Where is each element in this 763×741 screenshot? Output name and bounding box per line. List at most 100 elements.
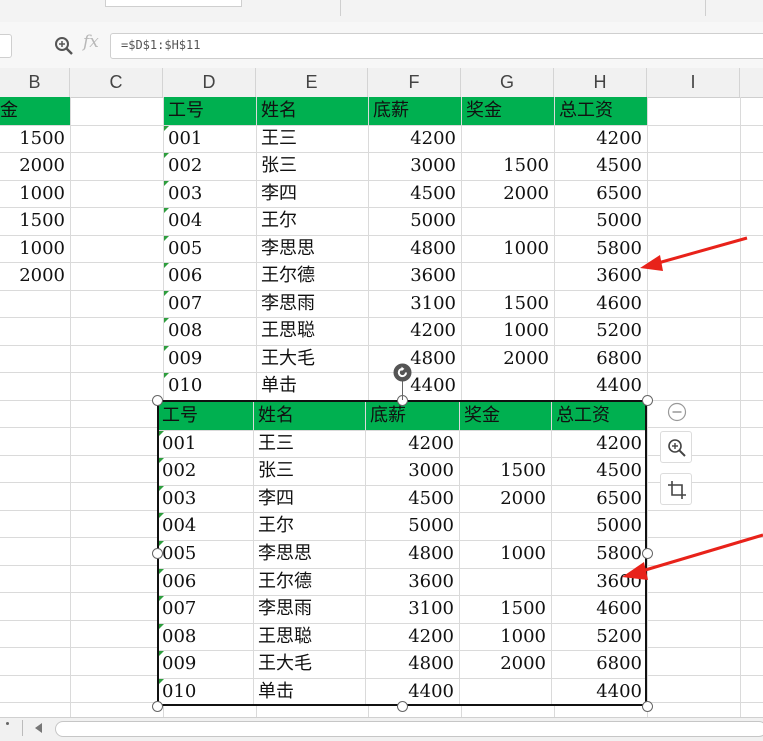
zoom-icon[interactable] [54, 36, 74, 56]
table-cell[interactable]: 单击 [256, 372, 368, 399]
picture-cell: 004 [162, 515, 197, 537]
picture-cell: 1000 [500, 625, 546, 647]
table-cell[interactable]: 1000 [461, 317, 554, 344]
table-cell[interactable] [461, 207, 554, 234]
table-cell[interactable]: 004 [163, 207, 256, 234]
rotate-icon[interactable] [393, 363, 412, 382]
table-cell[interactable]: 009 [163, 345, 256, 372]
column-header-b[interactable]: B [0, 68, 70, 97]
table-cell[interactable] [461, 372, 554, 399]
table-cell[interactable]: 007 [163, 290, 256, 317]
table-cell[interactable] [461, 262, 554, 289]
column-header-h[interactable]: H [554, 68, 647, 97]
ribbon-toolbar [0, 0, 763, 23]
picture-cell: 4400 [596, 681, 642, 702]
text-number-indicator [159, 679, 164, 684]
table-header-cell[interactable]: 姓名 [256, 97, 368, 124]
table-cell[interactable]: 王尔德 [256, 262, 368, 289]
cell-b[interactable]: 1000 [0, 180, 70, 207]
table-cell[interactable]: 4200 [368, 125, 461, 152]
scroll-left-icon[interactable] [35, 723, 43, 733]
cell-header-b[interactable]: 金 [0, 97, 70, 124]
resize-handle-bottom-right[interactable] [642, 701, 653, 712]
table-cell[interactable]: 4800 [368, 235, 461, 262]
formula-input[interactable]: =$D$1:$H$11 [110, 33, 763, 59]
picture-cell: 4800 [408, 653, 454, 675]
table-cell[interactable] [461, 125, 554, 152]
table-cell[interactable]: 3100 [368, 290, 461, 317]
picture-header-cell: 工号 [162, 405, 198, 426]
formula-bar: fx =$D$1:$H$11 [0, 22, 763, 68]
cell-b[interactable]: 2000 [0, 152, 70, 179]
column-header-e[interactable]: E [256, 68, 368, 97]
ribbon-dropdown[interactable] [105, 0, 242, 7]
table-cell[interactable]: 4200 [554, 125, 647, 152]
horizontal-scrollbar[interactable] [55, 721, 763, 737]
picture-header-cell: 姓名 [258, 405, 294, 426]
table-cell[interactable]: 3000 [368, 152, 461, 179]
table-cell[interactable]: 6500 [554, 180, 647, 207]
table-cell[interactable]: 王思聪 [256, 317, 368, 344]
table-cell[interactable]: 003 [163, 180, 256, 207]
picture-cell: 2000 [500, 653, 546, 675]
table-cell[interactable]: 1500 [461, 290, 554, 317]
table-cell[interactable]: 王三 [256, 125, 368, 152]
picture-cell: 1500 [500, 460, 546, 482]
cell-b[interactable]: 1000 [0, 235, 70, 262]
table-cell[interactable]: 4400 [368, 372, 461, 399]
picture-cell: 2000 [500, 487, 546, 509]
table-cell[interactable]: 001 [163, 125, 256, 152]
column-header-c[interactable]: C [70, 68, 163, 97]
cell-b[interactable]: 2000 [0, 262, 70, 289]
table-cell[interactable]: 4800 [368, 345, 461, 372]
table-header-cell[interactable]: 奖金 [461, 97, 554, 124]
picture-cell: 4500 [408, 487, 454, 509]
red-arrow-icon [640, 236, 748, 271]
column-header-d[interactable]: D [163, 68, 256, 97]
table-cell[interactable]: 李四 [256, 180, 368, 207]
red-arrow-icon [622, 533, 763, 580]
table-cell[interactable]: 1000 [461, 235, 554, 262]
table-header-cell[interactable]: 底薪 [368, 97, 461, 124]
column-header-i[interactable]: I [647, 68, 740, 97]
resize-handle-bottom[interactable] [397, 701, 408, 712]
picture-cell: 李思雨 [258, 598, 312, 620]
sheet-nav-dot[interactable] [6, 722, 9, 725]
resize-handle-left[interactable] [152, 548, 163, 559]
name-box[interactable] [0, 34, 12, 58]
cell-b[interactable]: 1500 [0, 207, 70, 234]
column-header-f[interactable]: F [368, 68, 461, 97]
table-cell[interactable]: 3600 [368, 262, 461, 289]
table-cell[interactable]: 李思雨 [256, 290, 368, 317]
table-cell[interactable]: 008 [163, 317, 256, 344]
table-header-cell[interactable]: 工号 [163, 97, 256, 124]
table-cell[interactable]: 1500 [461, 152, 554, 179]
table-cell[interactable]: 2000 [461, 345, 554, 372]
table-cell[interactable]: 张三 [256, 152, 368, 179]
table-cell[interactable]: 002 [163, 152, 256, 179]
fx-label[interactable]: fx [83, 32, 99, 52]
resize-handle-top-left[interactable] [152, 395, 163, 406]
text-number-indicator [164, 263, 169, 268]
picture-cell: 张三 [258, 460, 294, 482]
text-number-indicator [159, 623, 164, 629]
picture-cell: 007 [162, 598, 197, 620]
table-cell[interactable]: 4200 [368, 317, 461, 344]
picture-cell [459, 430, 551, 457]
table-cell[interactable]: 4500 [554, 152, 647, 179]
table-cell[interactable]: 王尔 [256, 207, 368, 234]
table-cell[interactable]: 2000 [461, 180, 554, 207]
table-cell[interactable]: 5000 [368, 207, 461, 234]
table-cell[interactable]: 4500 [368, 180, 461, 207]
column-header-g[interactable]: G [461, 68, 554, 97]
table-cell[interactable]: 005 [163, 235, 256, 262]
cell-b[interactable]: 1500 [0, 125, 70, 152]
table-cell[interactable]: 王大毛 [256, 345, 368, 372]
resize-handle-bottom-left[interactable] [152, 701, 163, 712]
table-cell[interactable]: 李思思 [256, 235, 368, 262]
table-cell[interactable]: 010 [163, 372, 256, 399]
table-header-cell[interactable]: 总工资 [554, 97, 647, 124]
table-picture[interactable]: 工号 姓名 底薪 奖金 总工资 001 王三 4200 4200 002 张三 3000 1500 450… [157, 400, 647, 706]
text-number-indicator [159, 430, 164, 436]
table-cell[interactable]: 006 [163, 262, 256, 289]
